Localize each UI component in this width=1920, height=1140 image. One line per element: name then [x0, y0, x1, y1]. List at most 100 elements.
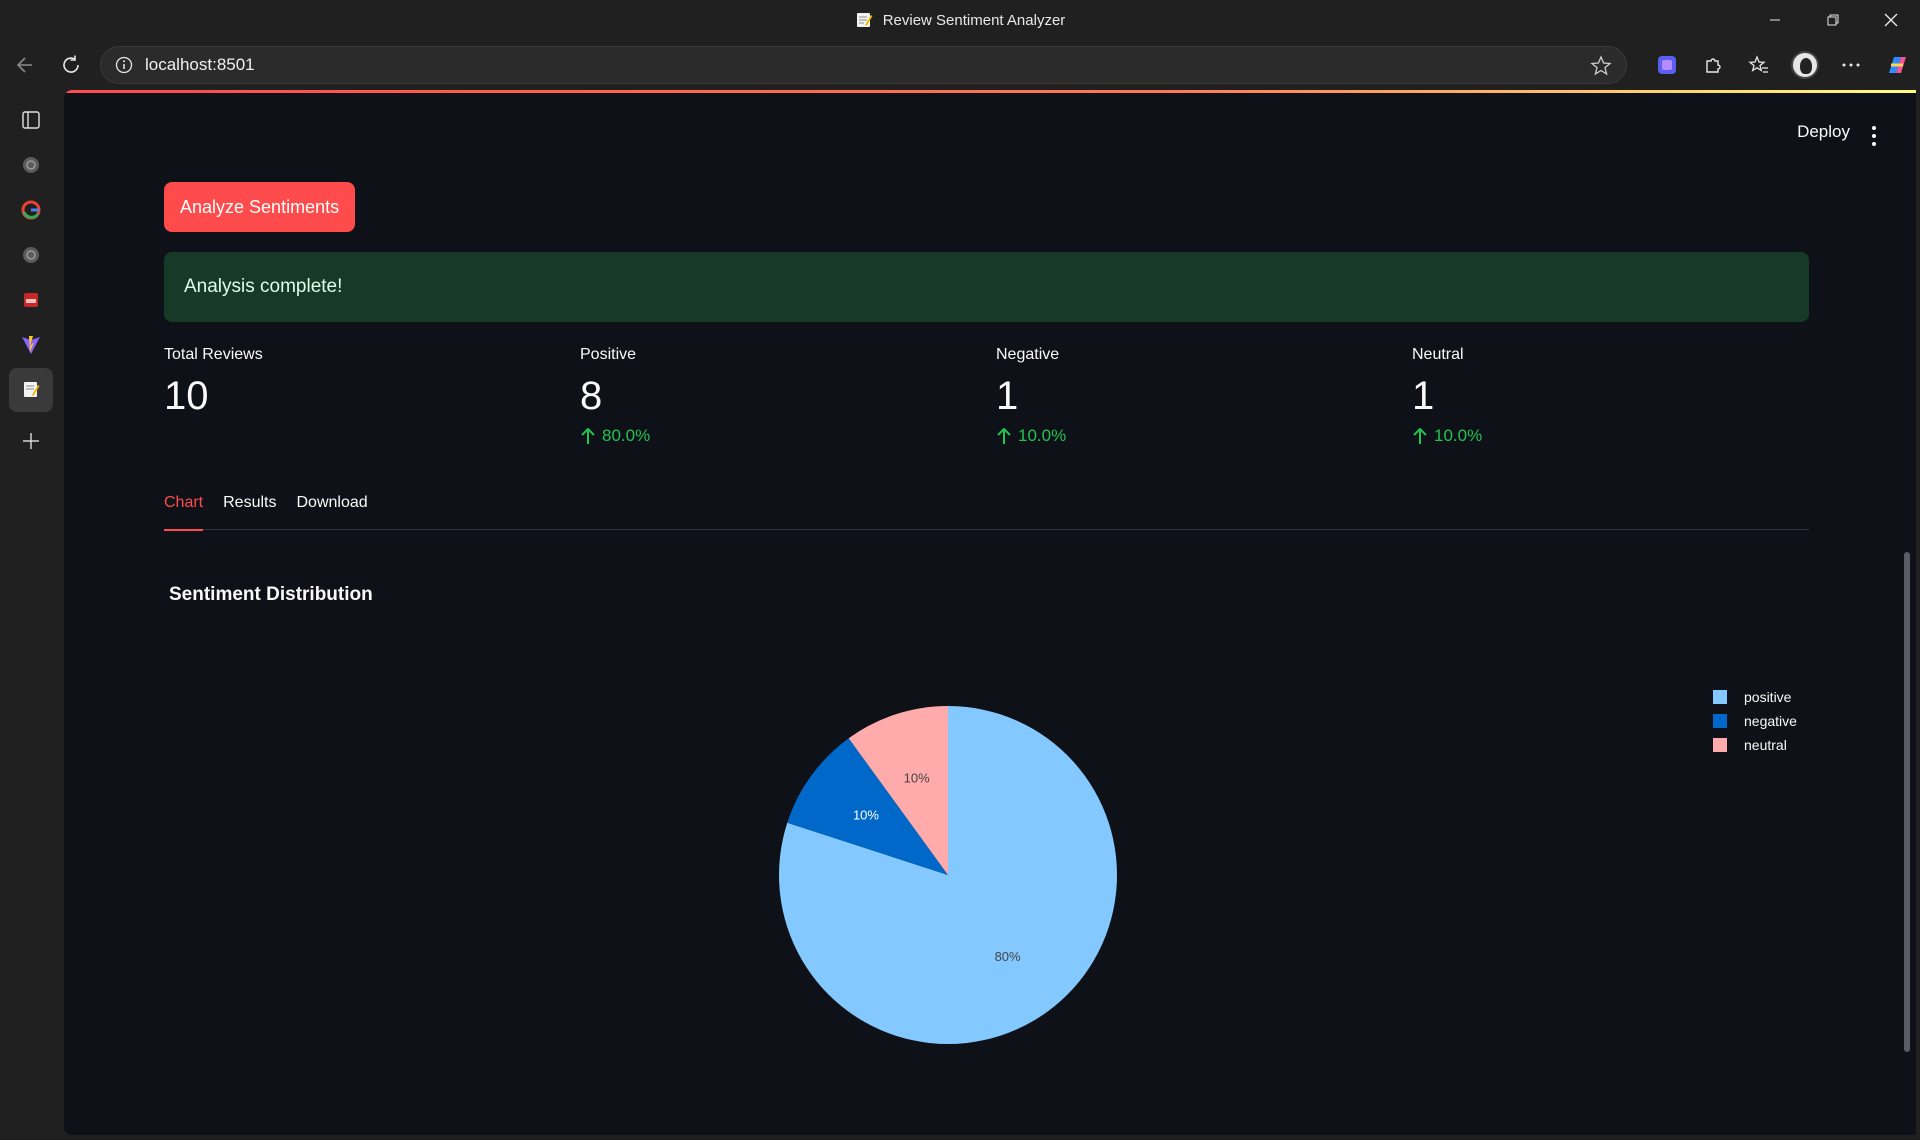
pie-chart: 80% 10% 10% [778, 706, 1117, 1044]
restore-button[interactable] [1804, 0, 1862, 40]
close-icon [1884, 13, 1898, 27]
app-extension-icon [1658, 56, 1676, 74]
url-text[interactable]: localhost:8501 [145, 55, 255, 75]
metric-value: 1 [1412, 374, 1435, 418]
vertical-tabs-sidebar [0, 90, 62, 1140]
metrics-row: Total Reviews 10 Positive 8 80.0% Negati… [164, 346, 1824, 466]
pie-slice-label: 10% [904, 771, 930, 786]
favorite-star-icon[interactable] [1590, 55, 1612, 77]
pie-slice-label: 10% [853, 807, 879, 822]
metric-value: 10 [164, 374, 209, 418]
window-titlebar: Review Sentiment Analyzer [0, 0, 1920, 40]
metric-positive: Positive 8 80.0% [580, 346, 980, 446]
tab-bar: Chart Results Download [164, 488, 1809, 531]
plus-icon [23, 433, 39, 449]
legend-swatch [1713, 690, 1727, 704]
window-title: Review Sentiment Analyzer [855, 11, 1066, 29]
site-info-icon[interactable] [115, 56, 133, 74]
legend-label: neutral [1744, 737, 1787, 753]
metric-label: Neutral [1412, 346, 1464, 363]
puzzle-icon [1706, 58, 1721, 73]
chart-legend: positive negative neutral [1713, 685, 1797, 757]
sidebar-tab-1[interactable] [9, 143, 53, 187]
site-favicon-icon [23, 247, 39, 263]
page-viewport: Deploy Analyze Sentiments Analysis compl… [64, 90, 1916, 1135]
metric-total-reviews: Total Reviews 10 [164, 346, 564, 420]
tab-results[interactable]: Results [223, 488, 276, 530]
kebab-dot-icon [1872, 142, 1876, 146]
legend-swatch [1713, 714, 1727, 728]
legend-item-negative[interactable]: negative [1713, 709, 1797, 733]
legend-item-neutral[interactable]: neutral [1713, 733, 1797, 757]
back-arrow-icon [16, 57, 32, 73]
analyze-sentiments-button[interactable]: Analyze Sentiments [164, 182, 356, 232]
avatar [1791, 51, 1819, 79]
legend-label: negative [1744, 713, 1797, 729]
chart-title: Sentiment Distribution [169, 584, 373, 605]
tab-panel-toggle[interactable] [9, 98, 53, 142]
metric-label: Positive [580, 346, 637, 363]
main-menu-button[interactable] [1872, 126, 1876, 150]
header-decoration [64, 90, 1916, 93]
close-window-button[interactable] [1862, 0, 1920, 40]
alert-message: Analysis complete! [184, 276, 343, 297]
memo-icon [24, 382, 40, 397]
metric-delta-text: 10.0% [1018, 426, 1067, 445]
extensions-button[interactable] [1690, 45, 1736, 85]
extension-app-button[interactable] [1644, 45, 1690, 85]
chart-container: 80% 10% 10% Sentiment Distribution positiv… [164, 560, 1809, 1120]
vite-icon [22, 336, 40, 354]
metric-neutral: Neutral 1 10.0% [1412, 346, 1812, 446]
metric-label: Negative [996, 346, 1060, 363]
favorites-button[interactable] [1736, 45, 1782, 85]
kebab-dot-icon [1872, 126, 1876, 130]
legend-swatch [1713, 738, 1727, 752]
copilot-icon [1889, 57, 1906, 73]
favorites-icon [1748, 55, 1768, 73]
metric-negative: Negative 1 10.0% [996, 346, 1396, 446]
browser-toolbar: localhost:8501 [0, 40, 1920, 90]
tab-chart[interactable]: Chart [164, 488, 204, 531]
memo-icon [856, 13, 873, 27]
pie-slice-label: 80% [995, 949, 1021, 964]
address-bar[interactable]: localhost:8501 [100, 46, 1627, 84]
metric-delta: 10.0% [996, 426, 1396, 446]
metric-label: Total Reviews [164, 346, 263, 363]
deploy-button[interactable]: Deploy [1797, 122, 1850, 142]
site-favicon-icon [23, 157, 39, 173]
profile-button[interactable] [1782, 45, 1828, 85]
ellipsis-icon [1842, 63, 1860, 67]
metric-value: 8 [580, 374, 603, 418]
back-button[interactable] [2, 45, 48, 85]
success-alert: Analysis complete! [164, 252, 1809, 322]
sidebar-tab-active[interactable] [9, 368, 53, 412]
legend-label: positive [1744, 689, 1792, 705]
arrow-up-icon [1413, 427, 1427, 444]
tab-download[interactable]: Download [296, 488, 367, 530]
restore-icon [1827, 14, 1839, 26]
sidebar-tab-3[interactable] [9, 233, 53, 277]
reload-icon [63, 55, 79, 73]
arrow-up-icon [997, 427, 1011, 444]
more-menu-button[interactable] [1828, 45, 1874, 85]
pdf-icon [24, 293, 38, 307]
legend-item-positive[interactable]: positive [1713, 685, 1797, 709]
minimize-button[interactable] [1746, 0, 1804, 40]
kebab-dot-icon [1872, 134, 1876, 138]
copilot-button[interactable] [1874, 45, 1920, 85]
metric-delta: 10.0% [1412, 426, 1812, 446]
sidebar-tab-google[interactable] [9, 188, 53, 232]
metric-value: 1 [996, 374, 1019, 418]
metric-delta: 80.0% [580, 426, 980, 446]
minimize-icon [1770, 19, 1780, 21]
tab-panel-icon [22, 111, 40, 129]
scrollbar[interactable] [1904, 552, 1910, 1052]
window-title-text: Review Sentiment Analyzer [882, 11, 1066, 29]
google-icon [21, 200, 41, 220]
metric-delta-text: 80.0% [602, 426, 651, 445]
new-tab-button[interactable] [9, 419, 53, 463]
arrow-up-icon [581, 427, 595, 444]
reload-button[interactable] [48, 45, 94, 85]
sidebar-tab-pdf[interactable] [9, 278, 53, 322]
sidebar-tab-vite[interactable] [9, 323, 53, 367]
